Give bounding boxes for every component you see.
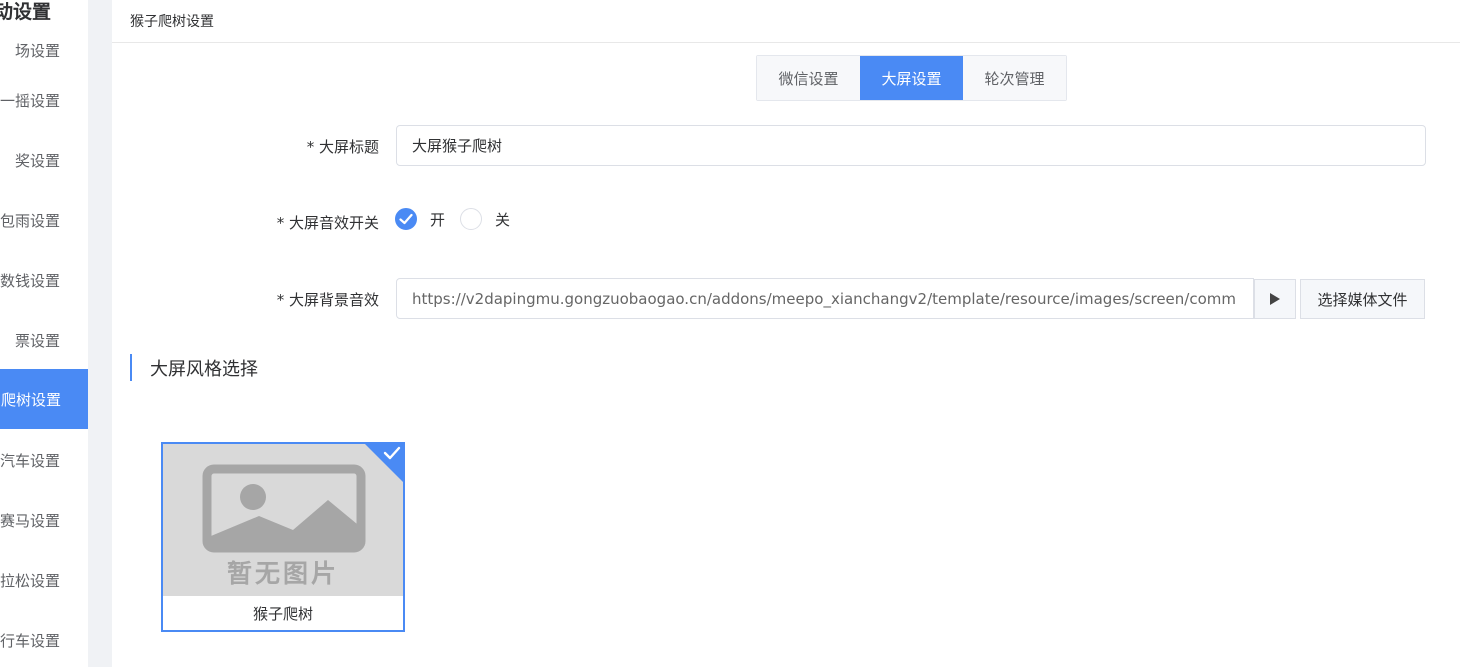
radio-unchecked-icon xyxy=(460,208,482,230)
radio-checked-icon xyxy=(395,208,417,230)
sidebar-item-label: 一摇设置 xyxy=(0,91,60,110)
choose-media-button[interactable]: 选择媒体文件 xyxy=(1300,279,1425,319)
sidebar-item-label: 包雨设置 xyxy=(0,211,60,230)
tab-round-management[interactable]: 轮次管理 xyxy=(963,56,1066,100)
settings-panel: 猴子爬树设置 微信设置 大屏设置 轮次管理 * 大屏标题 大屏猴子爬树 * 大屏… xyxy=(112,0,1460,667)
sidebar-item-label: 赛马设置 xyxy=(0,511,60,530)
sidebar-item-label: 拉松设置 xyxy=(0,571,60,590)
sidebar-item-bicycle[interactable]: 行车设置 xyxy=(0,610,88,667)
sound-switch-label: * 大屏音效开关 xyxy=(276,214,379,232)
sound-on-radio[interactable]: 开 xyxy=(395,208,445,230)
tab-bar: 微信设置 大屏设置 轮次管理 xyxy=(756,55,1067,101)
style-card-caption: 猴子爬树 xyxy=(252,604,313,623)
style-section-title: 大屏风格选择 xyxy=(130,354,258,381)
play-button[interactable] xyxy=(1254,279,1296,319)
checkmark-icon xyxy=(383,446,401,460)
bg-sound-url-input[interactable]: https://v2dapingmu.gongzuobaogao.cn/addo… xyxy=(396,278,1254,319)
no-image-text: 暂无图片 xyxy=(226,559,339,588)
sidebar-item-car-race[interactable]: 汽车设置 xyxy=(0,430,88,490)
sidebar-item-horse-race[interactable]: 赛马设置 xyxy=(0,490,88,550)
sound-on-label: 开 xyxy=(430,210,446,229)
sidebar-item-label: 汽车设置 xyxy=(0,451,60,470)
sidebar-item-monkey-climb[interactable]: 爬树设置 xyxy=(0,369,88,429)
sidebar-item-vote[interactable]: 票设置 xyxy=(0,310,88,370)
sidebar-item-shake[interactable]: 一摇设置 xyxy=(0,70,88,130)
play-icon xyxy=(1270,293,1280,305)
screen-title-input[interactable]: 大屏猴子爬树 xyxy=(396,125,1426,166)
panel-title: 猴子爬树设置 xyxy=(112,0,1460,43)
sidebar-item-label: 数钱设置 xyxy=(0,271,60,290)
bg-sound-label: * 大屏背景音效 xyxy=(276,291,379,309)
sidebar-item-red-packet-rain[interactable]: 包雨设置 xyxy=(0,190,88,250)
screen-title-label: * 大屏标题 xyxy=(306,138,379,156)
sidebar-item-label: 行车设置 xyxy=(0,631,60,650)
sound-off-radio[interactable]: 关 xyxy=(460,208,510,230)
sidebar-item-label: 爬树设置 xyxy=(0,390,61,409)
sound-off-label: 关 xyxy=(495,210,511,229)
sidebar-item-label: 票设置 xyxy=(14,331,60,350)
tab-screen-settings[interactable]: 大屏设置 xyxy=(860,56,963,100)
tab-wechat-settings[interactable]: 微信设置 xyxy=(757,56,860,100)
sidebar-item-label: 奖设置 xyxy=(14,151,60,170)
sidebar: 动设置 场设置 一摇设置 奖设置 包雨设置 数钱设置 票设置 爬树设置 汽车设置… xyxy=(0,0,88,667)
sidebar-item-label: 场设置 xyxy=(14,41,60,60)
style-card[interactable]: 暂无图片 猴子爬树 xyxy=(161,442,405,632)
sidebar-item-prize[interactable]: 奖设置 xyxy=(0,130,88,190)
sidebar-item-marathon[interactable]: 拉松设置 xyxy=(0,550,88,610)
sidebar-item-count-money[interactable]: 数钱设置 xyxy=(0,250,88,310)
gutter xyxy=(88,0,112,667)
